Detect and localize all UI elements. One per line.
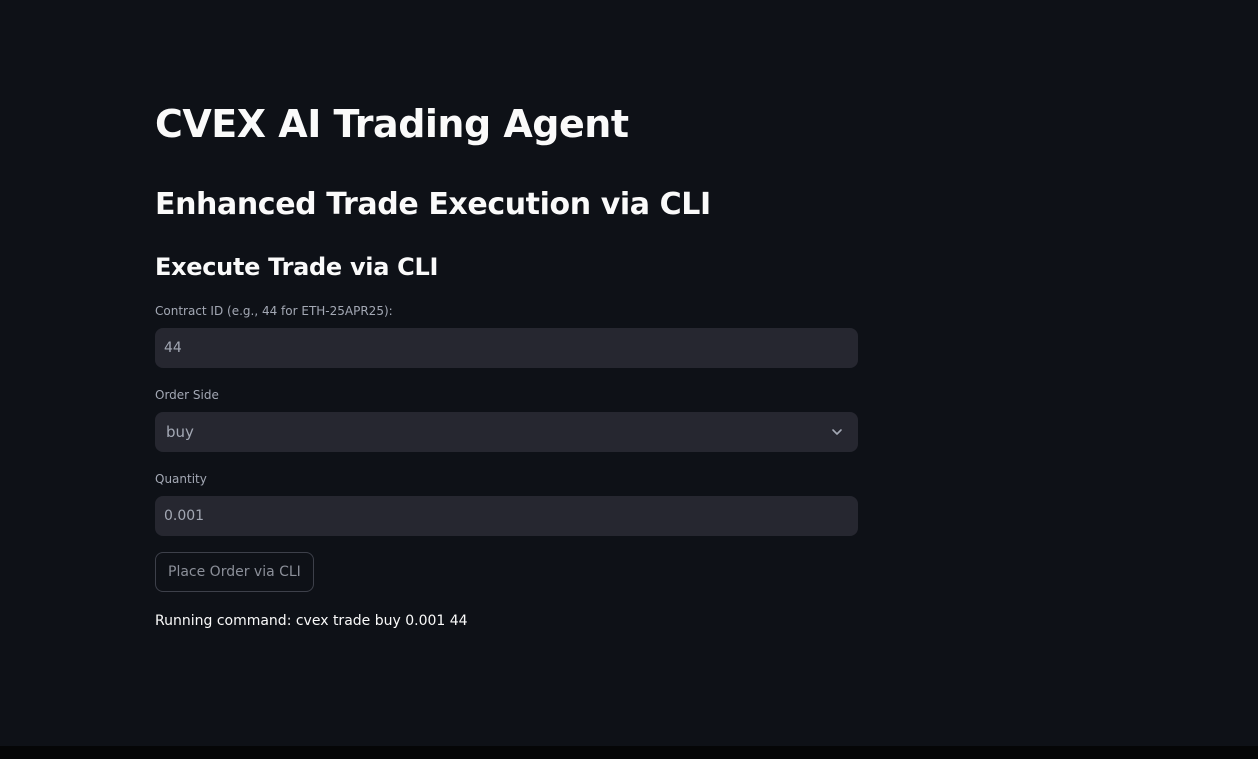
quantity-label: Quantity: [155, 472, 207, 486]
contract-id-input[interactable]: [155, 328, 858, 368]
chevron-down-icon: [832, 429, 842, 435]
quantity-input[interactable]: [155, 496, 858, 536]
place-order-button[interactable]: Place Order via CLI: [155, 552, 314, 592]
contract-id-field-wrapper: [155, 328, 858, 368]
order-side-label: Order Side: [155, 388, 219, 402]
order-side-select[interactable]: buy: [155, 412, 858, 452]
page-title: CVEX AI Trading Agent: [155, 102, 629, 146]
section-title: Execute Trade via CLI: [155, 253, 439, 281]
app-window: CVEX AI Trading Agent Enhanced Trade Exe…: [0, 0, 1258, 759]
quantity-field-wrapper: [155, 496, 858, 536]
bottom-bar: [0, 746, 1258, 759]
contract-id-label: Contract ID (e.g., 44 for ETH-25APR25):: [155, 304, 393, 318]
page-subtitle: Enhanced Trade Execution via CLI: [155, 187, 711, 222]
order-side-value: buy: [166, 423, 194, 441]
status-message: Running command: cvex trade buy 0.001 44: [155, 613, 468, 629]
